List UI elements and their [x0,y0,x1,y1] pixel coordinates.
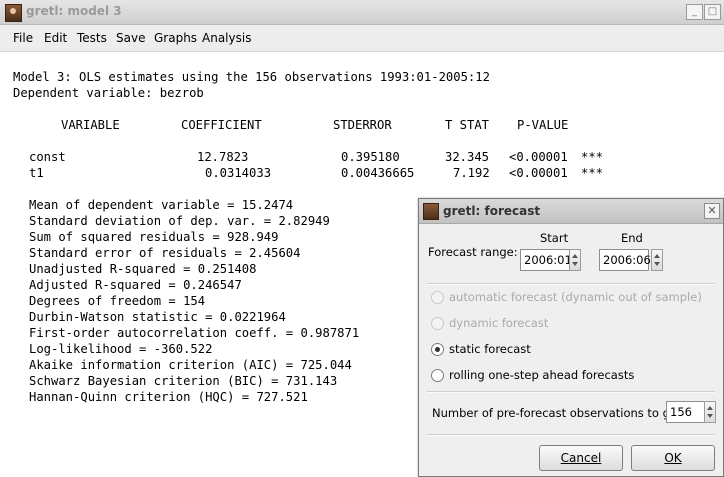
forecast-dialog: gretl: forecast ✕ Forecast range: Start … [418,198,724,477]
start-label: Start [540,231,569,245]
radio-rolling-forecast[interactable] [431,369,444,382]
minimize-icon[interactable]: _ [686,4,703,20]
radio-dynamic-forecast[interactable] [431,317,444,330]
cancel-button-label: Cancel [560,451,602,465]
dialog-title-bar: gretl: forecast ✕ [419,199,723,224]
stat-line: Sum of squared residuals = 928.949 [29,230,279,244]
radio-dynamic-forecast-label: dynamic forecast [449,316,549,330]
end-date-input[interactable]: 2006:06 [599,249,651,271]
preobs-input[interactable]: 156 [666,401,705,423]
separator [427,434,715,436]
start-spin-arrows-icon[interactable] [569,249,581,271]
menu-edit[interactable]: Edit [44,31,67,45]
stat-line: Hannan-Quinn criterion (HQC) = 727.521 [29,390,308,404]
col-header-pvalue: P-VALUE [517,118,569,132]
ok-button-label: OK [664,451,682,465]
row-const-t: 32.345 [445,150,490,164]
row-const-se: 0.395180 [341,150,400,164]
col-header-variable: VARIABLE [61,118,120,132]
start-date-input[interactable]: 2006:01 [520,249,572,271]
forecast-range-label: Forecast range: [428,245,518,259]
stat-line: Mean of dependent variable = 15.2474 [29,198,294,212]
menu-file[interactable]: File [13,31,33,45]
stat-line: Standard error of residuals = 2.45604 [29,246,301,260]
stat-line: Degrees of freedom = 154 [29,294,206,308]
end-label: End [621,231,643,245]
stat-line: Schwarz Bayesian criterion (BIC) = 731.1… [29,374,338,388]
stat-line: Akaike information criterion (AIC) = 725… [29,358,352,372]
gretl-app-icon [5,4,22,22]
stat-line: Durbin-Watson statistic = 0.0221964 [29,310,286,324]
preobs-label: Number of pre-forecast observations to g… [432,406,697,420]
col-header-tstat: T STAT [445,118,490,132]
radio-automatic-forecast-label: automatic forecast (dynamic out of sampl… [449,290,702,304]
menu-graphs[interactable]: Graphs [154,31,197,45]
col-header-stderror: STDERROR [333,118,392,132]
row-const-sig: *** [581,150,604,164]
stat-line: First-order autocorrelation coeff. = 0.9… [29,326,360,340]
row-t1-sig: *** [581,166,604,180]
row-t1-p: <0.00001 [509,166,568,180]
preobs-spin-arrows-icon[interactable] [704,401,716,423]
radio-rolling-forecast-label: rolling one-step ahead forecasts [449,368,635,382]
menu-bar: File Edit Tests Save Graphs Analysis [0,25,724,52]
radio-static-forecast[interactable] [431,343,444,356]
row-const-coef: 12.7823 [197,150,249,164]
menu-analysis[interactable]: Analysis [202,31,251,45]
end-spin-arrows-icon[interactable] [651,249,663,271]
row-const-var: const [29,150,66,164]
radio-static-forecast-label: static forecast [449,342,531,356]
menu-tests[interactable]: Tests [77,31,107,45]
stat-line: Unadjusted R-squared = 0.251408 [29,262,257,276]
output-header-line: Model 3: OLS estimates using the 156 obs… [13,70,490,84]
stat-line: Log-likelihood = -360.522 [29,342,213,356]
cancel-button[interactable]: Cancel [539,445,623,471]
dependent-variable-line: Dependent variable: bezrob [13,86,204,100]
dialog-title: gretl: forecast [443,204,541,218]
window-title: gretl: model 3 [26,4,122,18]
stat-line: Adjusted R-squared = 0.246547 [29,278,242,292]
row-t1-coef: 0.0314033 [205,166,272,180]
stat-line: Standard deviation of dep. var. = 2.8294… [29,214,330,228]
col-header-coefficient: COEFFICIENT [181,118,262,132]
ok-button[interactable]: OK [631,445,715,471]
row-t1-var: t1 [29,166,44,180]
row-t1-t: 7.192 [453,166,490,180]
menu-save[interactable]: Save [116,31,145,45]
separator [427,283,715,285]
close-icon[interactable]: ✕ [704,203,720,219]
gretl-dialog-icon [423,203,439,220]
row-const-p: <0.00001 [509,150,568,164]
title-bar: gretl: model 3 _ □ [0,0,724,25]
radio-automatic-forecast[interactable] [431,291,444,304]
maximize-icon[interactable]: □ [704,4,721,20]
row-t1-se: 0.00436665 [341,166,415,180]
separator [427,391,715,393]
